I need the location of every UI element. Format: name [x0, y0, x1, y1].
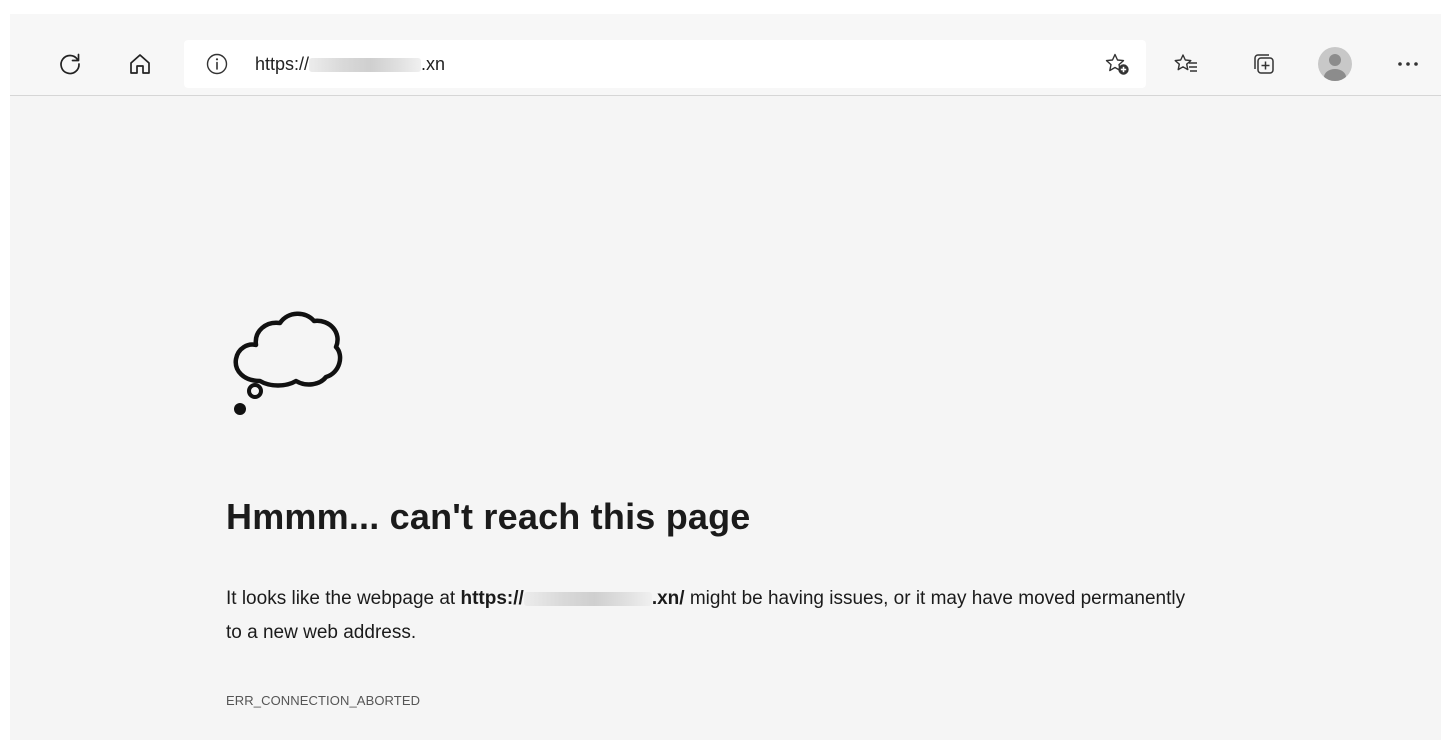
home-icon — [130, 54, 150, 74]
redacted-domain — [523, 591, 652, 606]
profile-icon — [1324, 54, 1346, 81]
message-url-scheme: https:// — [460, 588, 524, 609]
error-code: ERR_CONNECTION_ABORTED — [226, 693, 421, 708]
more-button[interactable] — [1392, 48, 1424, 80]
home-button[interactable] — [124, 48, 156, 80]
browser-toolbar: https:// .xn — [10, 14, 1441, 96]
more-icon — [1398, 62, 1418, 66]
url-tld-text: .xn — [421, 54, 446, 74]
message-before: It looks like the webpage at — [226, 588, 461, 609]
refresh-button[interactable] — [54, 48, 86, 80]
window-top-strip — [10, 0, 1441, 14]
error-message: It looks like the webpage at https:// .xn… — [226, 582, 1186, 650]
redacted-domain — [309, 58, 422, 73]
thought-cloud-icon — [226, 295, 346, 430]
refresh-icon — [60, 53, 80, 75]
message-url: https:// .xn/ — [460, 588, 684, 609]
profile-avatar[interactable] — [1318, 47, 1352, 81]
add-favorite-button[interactable] — [1104, 52, 1130, 81]
browser-window: https:// .xn Hmmm... can't reach this pag… — [10, 0, 1441, 740]
collections-icon — [1254, 54, 1274, 74]
favorites-icon — [1174, 54, 1197, 72]
message-url-tld: .xn/ — [651, 588, 685, 609]
add-favorite-icon — [1105, 53, 1129, 75]
collections-button[interactable] — [1248, 48, 1280, 80]
address-url[interactable]: https:// .xn — [255, 53, 445, 75]
error-heading: Hmmm... can't reach this page — [226, 496, 751, 537]
address-bar[interactable]: https:// .xn — [184, 40, 1146, 88]
url-scheme-text: https:// — [255, 54, 310, 74]
favorites-button[interactable] — [1170, 48, 1202, 80]
info-icon[interactable] — [206, 53, 228, 80]
